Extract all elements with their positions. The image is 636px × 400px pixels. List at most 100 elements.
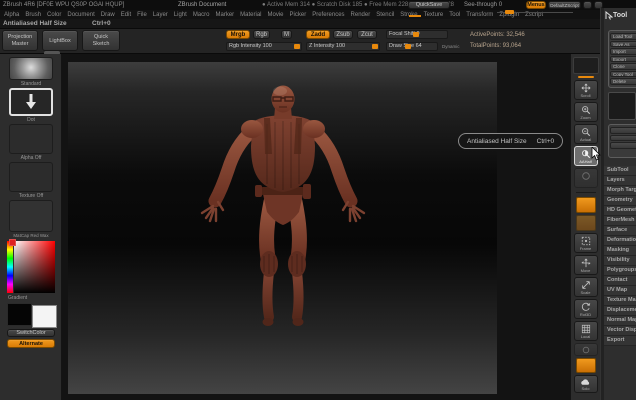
subpalette-normal-map[interactable]: Normal Map — [604, 316, 636, 326]
menu-texture[interactable]: Texture — [424, 12, 444, 18]
subpalette-polygroups[interactable]: Polygroups — [604, 266, 636, 276]
subpalette-displacement[interactable]: Displacement Map — [604, 306, 636, 316]
menu-brush[interactable]: Brush — [25, 12, 41, 18]
mrgb-toggle[interactable]: Mrgb — [226, 30, 250, 39]
current-stroke-thumbnail[interactable] — [9, 88, 53, 116]
clone-button[interactable]: Clone — [610, 63, 636, 70]
saturation-square[interactable] — [14, 241, 55, 293]
menu-color[interactable]: Color — [47, 12, 61, 18]
subpalette-deformation[interactable]: Deformation — [604, 236, 636, 246]
subpalette-masking[interactable]: Masking — [604, 246, 636, 256]
subpalette-uv-map[interactable]: UV Map — [604, 286, 636, 296]
render-preview-thumb[interactable] — [572, 57, 599, 74]
focal-shift-slider[interactable]: Focal Shift 0 — [386, 30, 448, 39]
switch-color-button[interactable]: SwitchColor — [7, 329, 55, 337]
copy-tool-button[interactable]: Copy Tool — [610, 70, 636, 77]
move-3d-button[interactable]: Move — [573, 255, 598, 275]
scale-3d-button[interactable]: Scale — [573, 277, 598, 297]
menu-edit[interactable]: Edit — [121, 12, 131, 18]
dynamic-label[interactable]: Dynamic — [442, 44, 460, 49]
menu-layer[interactable]: Layer — [153, 12, 168, 18]
rgb-intensity-handle[interactable] — [294, 44, 300, 49]
hue-strip[interactable] — [7, 241, 13, 293]
draw-size-slider[interactable]: Draw Size 64 — [386, 42, 438, 51]
subpalette-vector-disp[interactable]: Vector Displacement — [604, 326, 636, 336]
menu-light[interactable]: Light — [174, 12, 187, 18]
projection-master-button[interactable]: Projection Master — [2, 30, 38, 51]
tray-title[interactable]: Tool — [613, 12, 627, 19]
menu-material[interactable]: Material — [240, 12, 261, 18]
perspective-button[interactable] — [575, 197, 596, 213]
zoom-button[interactable]: Zoom — [573, 102, 598, 122]
quicksave-button[interactable]: QuickSave — [408, 1, 450, 9]
solo-button[interactable]: Solo — [573, 375, 598, 393]
z-intensity-slider[interactable]: Z Intensity 100 — [306, 42, 380, 51]
lightbox-button[interactable]: LightBox — [42, 30, 78, 51]
ghost-transparency-button[interactable] — [573, 343, 598, 356]
subpalette-export[interactable]: Export — [604, 336, 636, 346]
alternate-button[interactable]: Alternate — [7, 339, 55, 348]
load-tool-button[interactable]: Load Tool — [610, 33, 636, 40]
subpalette-morph-target[interactable]: Morph Target — [604, 186, 636, 196]
secondary-color-swatch[interactable] — [32, 305, 57, 328]
z-intensity-handle[interactable] — [372, 44, 378, 49]
subpalette-texture-map[interactable]: Texture Map — [604, 296, 636, 306]
subpalette-hd-geometry[interactable]: HD Geometry — [604, 206, 636, 216]
m-toggle[interactable]: M — [281, 30, 292, 39]
zoom-doc-button[interactable] — [573, 168, 598, 188]
subpalette-subtool[interactable]: SubTool — [604, 166, 636, 176]
menus-toggle[interactable]: Menus — [526, 1, 546, 9]
menu-marker[interactable]: Marker — [215, 12, 234, 18]
menu-render[interactable]: Render — [351, 12, 371, 18]
subpalette-geometry[interactable]: Geometry — [604, 196, 636, 206]
focal-shift-handle[interactable] — [413, 32, 419, 37]
delete-button[interactable]: Delete — [610, 78, 636, 85]
save-as-button[interactable]: Save As — [610, 40, 636, 47]
subpalette-visibility[interactable]: Visibility — [604, 256, 636, 266]
menu-document[interactable]: Document — [67, 12, 94, 18]
menu-tool[interactable]: Tool — [449, 12, 460, 18]
transparency-button[interactable] — [575, 358, 596, 373]
default-zscript-button[interactable]: DefaultZScript — [548, 1, 581, 9]
zsub-toggle[interactable]: Zsub — [333, 30, 353, 39]
current-brush-thumbnail[interactable] — [9, 57, 53, 80]
rgb-toggle[interactable]: Rgb — [253, 30, 270, 39]
menu-draw[interactable]: Draw — [101, 12, 115, 18]
menu-alpha[interactable]: Alpha — [4, 12, 19, 18]
rgb-intensity-slider[interactable]: Rgb Intensity 100 — [226, 42, 302, 51]
local-symmetry-button[interactable]: Local — [573, 321, 598, 341]
rotate-3d-button[interactable]: Rot3D — [573, 299, 598, 319]
zbrush-document[interactable] — [68, 62, 497, 394]
export-button[interactable]: Export — [610, 55, 636, 62]
scroll-button[interactable]: Scroll — [573, 80, 598, 100]
menu-transform[interactable]: Transform — [466, 12, 493, 18]
menu-macro[interactable]: Macro — [193, 12, 210, 18]
zadd-toggle[interactable]: Zadd — [306, 30, 330, 39]
menu-picker[interactable]: Picker — [290, 12, 307, 18]
active-tool-thumbnail[interactable] — [608, 92, 636, 120]
zcut-toggle[interactable]: Zcut — [357, 30, 377, 39]
current-alpha-thumbnail[interactable] — [9, 124, 53, 154]
current-material-thumbnail[interactable] — [9, 200, 53, 232]
subpalette-contact[interactable]: Contact — [604, 276, 636, 286]
menu-preferences[interactable]: Preferences — [312, 12, 344, 18]
menu-stencil[interactable]: Stencil — [376, 12, 394, 18]
quick-sketch-button[interactable]: Quick Sketch — [82, 30, 120, 51]
color-picker[interactable] — [7, 239, 55, 293]
frame-button[interactable]: Frame — [573, 233, 598, 253]
document-canvas[interactable] — [62, 54, 570, 400]
see-through-slider-handle[interactable] — [505, 10, 514, 14]
main-color-swatch[interactable] — [7, 303, 32, 326]
customize-pointer-icon[interactable] — [605, 11, 613, 20]
subpalette-surface[interactable]: Surface — [604, 226, 636, 236]
actual-size-button[interactable]: Actual — [573, 124, 598, 144]
menu-file[interactable]: File — [137, 12, 147, 18]
subpalette-fibermesh[interactable]: FiberMesh — [604, 216, 636, 226]
sculpted-figure[interactable] — [193, 82, 373, 332]
draw-size-handle[interactable] — [405, 44, 411, 49]
gradient-label[interactable]: Gradient — [0, 295, 70, 301]
menu-movie[interactable]: Movie — [268, 12, 284, 18]
import-button[interactable]: Import — [610, 48, 636, 55]
subpalette-layers[interactable]: Layers — [604, 176, 636, 186]
current-texture-thumbnail[interactable] — [9, 162, 53, 192]
